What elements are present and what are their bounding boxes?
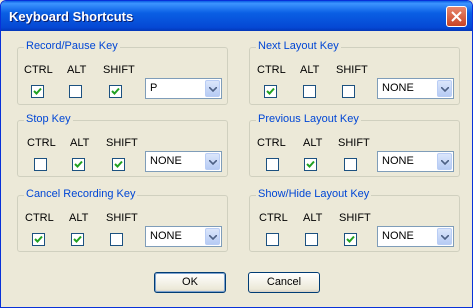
key-select-value: NONE [150, 230, 182, 242]
cancel-button[interactable]: Cancel [248, 272, 320, 293]
key-select[interactable]: P [145, 78, 222, 99]
shift-checkbox[interactable] [109, 85, 122, 98]
checkmark-icon [34, 235, 43, 243]
group-title: Record/Pause Key [24, 40, 120, 52]
shift-label: SHIFT [106, 212, 138, 224]
alt-checkbox[interactable] [303, 85, 316, 98]
chevron-down-icon [209, 87, 217, 92]
dialog-window: Keyboard Shortcuts Record/Pause Key CTRL… [0, 0, 473, 308]
dropdown-button[interactable] [437, 228, 452, 245]
alt-label: ALT [67, 64, 87, 76]
shift-label: SHIFT [106, 137, 138, 149]
key-select[interactable]: NONE [145, 226, 222, 247]
key-select-value: NONE [382, 230, 414, 242]
alt-label: ALT [70, 137, 90, 149]
cancel-recording-key-group: Cancel Recording Key CTRL ALT SHIFT NONE [17, 188, 228, 252]
group-title: Previous Layout Key [256, 113, 361, 125]
shift-label: SHIFT [339, 212, 371, 224]
ctrl-label: CTRL [257, 137, 286, 149]
close-button[interactable] [446, 6, 467, 27]
key-select-value: P [150, 82, 158, 94]
ctrl-checkbox[interactable] [34, 158, 47, 171]
chevron-down-icon [441, 235, 449, 240]
dropdown-button[interactable] [205, 228, 220, 245]
dropdown-button[interactable] [205, 80, 220, 97]
key-select-value: NONE [150, 155, 182, 167]
ctrl-checkbox[interactable] [266, 158, 279, 171]
shift-checkbox[interactable] [110, 233, 123, 246]
shift-checkbox[interactable] [344, 233, 357, 246]
stop-key-group: Stop Key CTRL ALT SHIFT NONE [17, 113, 228, 177]
record-pause-key-group: Record/Pause Key CTRL ALT SHIFT P [17, 40, 228, 105]
checkmark-icon [266, 87, 275, 95]
alt-checkbox[interactable] [304, 158, 317, 171]
alt-checkbox[interactable] [305, 233, 318, 246]
show-hide-layout-key-group: Show/Hide Layout Key CTRL ALT SHIFT NONE [249, 188, 460, 252]
next-layout-key-group: Next Layout Key CTRL ALT SHIFT NONE [249, 40, 460, 105]
key-select[interactable]: NONE [145, 151, 222, 172]
chevron-down-icon [441, 87, 449, 92]
alt-checkbox[interactable] [71, 233, 84, 246]
shift-checkbox[interactable] [344, 158, 357, 171]
alt-checkbox[interactable] [69, 85, 82, 98]
ctrl-label: CTRL [259, 212, 288, 224]
checkmark-icon [73, 235, 82, 243]
ctrl-checkbox[interactable] [264, 85, 277, 98]
key-select[interactable]: NONE [377, 226, 454, 247]
key-select-value: NONE [382, 155, 414, 167]
chevron-down-icon [209, 160, 217, 165]
shift-label: SHIFT [338, 137, 370, 149]
close-icon [451, 11, 462, 22]
window-title: Keyboard Shortcuts [9, 9, 134, 24]
group-title: Cancel Recording Key [24, 188, 138, 200]
alt-label: ALT [69, 212, 89, 224]
checkmark-icon [111, 87, 120, 95]
ok-button[interactable]: OK [154, 272, 226, 293]
shift-label: SHIFT [103, 64, 135, 76]
alt-label: ALT [303, 212, 323, 224]
ctrl-label: CTRL [25, 212, 54, 224]
ctrl-checkbox[interactable] [32, 233, 45, 246]
checkmark-icon [306, 160, 315, 168]
title-bar[interactable]: Keyboard Shortcuts [1, 1, 472, 31]
group-title: Show/Hide Layout Key [256, 188, 372, 200]
ctrl-label: CTRL [257, 64, 286, 76]
shift-checkbox[interactable] [112, 158, 125, 171]
checkmark-icon [114, 160, 123, 168]
ctrl-label: CTRL [24, 64, 53, 76]
alt-label: ALT [300, 64, 320, 76]
group-title: Stop Key [24, 113, 73, 125]
key-select[interactable]: NONE [377, 151, 454, 172]
chevron-down-icon [209, 235, 217, 240]
shift-checkbox[interactable] [342, 85, 355, 98]
alt-label: ALT [303, 137, 323, 149]
previous-layout-key-group: Previous Layout Key CTRL ALT SHIFT NONE [249, 113, 460, 177]
key-select-value: NONE [382, 82, 414, 94]
group-title: Next Layout Key [256, 40, 341, 52]
checkmark-icon [33, 87, 42, 95]
ctrl-label: CTRL [27, 137, 56, 149]
dropdown-button[interactable] [437, 80, 452, 97]
checkmark-icon [74, 160, 83, 168]
checkmark-icon [346, 235, 355, 243]
chevron-down-icon [441, 160, 449, 165]
ctrl-checkbox[interactable] [266, 233, 279, 246]
ctrl-checkbox[interactable] [31, 85, 44, 98]
shift-label: SHIFT [336, 64, 368, 76]
dropdown-button[interactable] [205, 153, 220, 170]
key-select[interactable]: NONE [377, 78, 454, 99]
dropdown-button[interactable] [437, 153, 452, 170]
alt-checkbox[interactable] [72, 158, 85, 171]
